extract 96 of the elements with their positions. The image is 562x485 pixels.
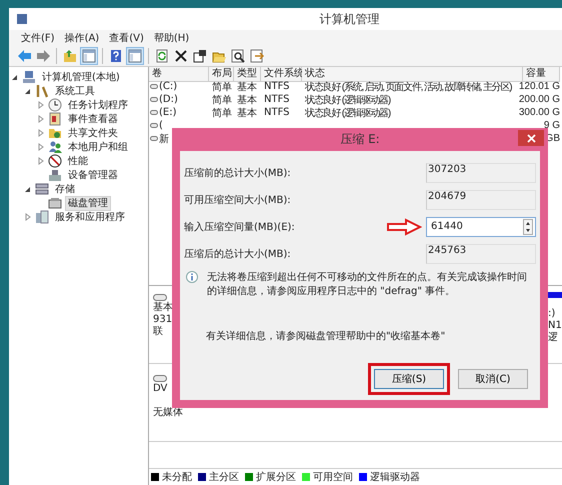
properties-icon: [193, 48, 207, 62]
help-icon: [109, 48, 123, 62]
table-cell-text: 基本: [237, 80, 257, 94]
field-label: 可用压缩空间大小(MB):: [184, 194, 292, 206]
table-cell: (D:): [159, 94, 178, 105]
table-cell-text: 新: [159, 132, 169, 146]
legend-label: 逻辑驱动器: [370, 470, 420, 484]
table-cell: (C:): [159, 81, 178, 92]
table-cell-text: 简单: [212, 94, 232, 106]
number-input[interactable]: 61440: [426, 216, 536, 236]
disk-label: 基本: [153, 302, 174, 314]
drive-icon: [153, 292, 167, 302]
tree-item[interactable]: 服务和应用程序: [52, 210, 128, 224]
field-label: 压缩后的总计大小(MB):: [184, 248, 292, 260]
device-icon: [48, 168, 62, 182]
legend-label: 主分区: [209, 470, 239, 484]
clock-icon: [48, 98, 62, 112]
disk-label: 931: [153, 314, 174, 326]
table-cell-text: 状态良好 (系统, 启动, 页面文件, 活动, 故障转储, 主分区): [305, 80, 512, 94]
readonly-field: 307203: [426, 162, 536, 182]
column-header[interactable]: 状态: [302, 67, 523, 82]
table-cell-text: 简单: [212, 80, 232, 94]
column-header[interactable]: 布局: [209, 67, 234, 82]
table-cell-text: 基本: [237, 106, 257, 120]
export-icon: [250, 48, 264, 62]
column-header[interactable]: 卷: [149, 67, 209, 82]
readonly-field: 204679: [426, 190, 536, 210]
readonly-field: 245763: [426, 244, 536, 264]
field-label: 压缩前的总计大小(MB):: [184, 166, 292, 180]
table-cell: NTFS: [264, 94, 290, 105]
info-text: 无法将卷压缩到超出任何不可移动的文件所在的点。有关完成该操作时间的详细信息，请参阅应用程序日志中的 "defrag" 事件。: [207, 271, 528, 299]
menu-item[interactable]: 查看(V): [109, 30, 144, 44]
info-icon: [186, 271, 198, 283]
disk-label: 联: [153, 326, 164, 338]
tree-item[interactable]: 性能: [65, 154, 91, 168]
services-icon: [35, 210, 49, 224]
tree-item[interactable]: 系统工具: [52, 84, 98, 98]
disk-label: DV: [153, 383, 168, 395]
search-icon: [231, 48, 245, 62]
tree-item[interactable]: 事件查看器: [65, 112, 121, 126]
tree-item[interactable]: 任务计划程序: [65, 98, 131, 112]
tree-item[interactable]: 存储: [52, 182, 78, 196]
field-label: 输入压缩空间量(MB)(E):: [184, 220, 296, 234]
table-cell-text: 简单: [212, 106, 232, 120]
refresh-icon: [155, 48, 169, 62]
tree-item[interactable]: 共享文件夹: [65, 126, 121, 140]
window-title: 计算机管理: [318, 10, 380, 28]
tree-item[interactable]: 计算机管理(本地): [39, 70, 123, 84]
help-note: 有关详细信息，请参阅磁盘管理帮助中的"收缩基本卷": [205, 330, 446, 343]
folder-up-icon: [63, 48, 77, 62]
table-cell: NTFS: [264, 81, 290, 92]
shared-folder-icon: [48, 126, 62, 140]
volume-label: 逻: [548, 332, 559, 344]
menu-item[interactable]: 帮助(H): [154, 30, 190, 44]
menu-item[interactable]: 操作(A): [64, 30, 100, 44]
users-icon: [48, 140, 62, 154]
table-cell: 9 G: [544, 120, 560, 131]
no-sign-icon: [48, 154, 62, 168]
column-header[interactable]: 类型: [234, 67, 261, 82]
dialog-button[interactable]: 取消(C): [458, 369, 528, 389]
drive-icon: [153, 373, 167, 383]
table-cell: (E:): [159, 107, 176, 118]
legend-label: 可用空间: [313, 470, 353, 484]
tools-icon: [35, 84, 49, 98]
volume-label: N1: [548, 320, 562, 332]
toolbar-button[interactable]: [229, 46, 247, 64]
legend-label: 未分配: [162, 470, 192, 484]
dialog-title: 压缩 E:: [340, 131, 380, 148]
table-cell-text: 状态良好 (逻辑驱动器): [305, 106, 390, 120]
table-cell: 120.01 G: [518, 81, 560, 92]
table-cell-text: 基本: [237, 94, 257, 106]
storage-icon: [35, 182, 49, 196]
spin-arrows-icon: [523, 218, 533, 234]
tree-item[interactable]: 设备管理器: [65, 168, 121, 182]
legend-label: 扩展分区: [256, 470, 296, 484]
column-header[interactable]: 容量: [523, 67, 560, 82]
delete-icon: [174, 48, 188, 62]
table-cell: 200.00 G: [518, 94, 560, 105]
log-icon: [48, 112, 62, 126]
dialog-button[interactable]: 压缩(S): [374, 369, 444, 389]
volume-bar: [548, 292, 562, 298]
table-cell: (: [159, 120, 163, 131]
pane-icon: [128, 48, 142, 62]
table-cell: NTFS: [264, 107, 290, 118]
close-icon: [526, 134, 536, 142]
volume-label: :): [548, 308, 556, 320]
disk-icon: [48, 196, 62, 210]
back-arrow-icon: [17, 48, 31, 62]
tree-item[interactable]: 磁盘管理: [65, 196, 111, 210]
menu-item[interactable]: 文件(F): [21, 30, 55, 44]
pane-icon: [82, 48, 96, 62]
forward-arrow-icon: [36, 48, 50, 62]
table-cell-text: 状态良好 (逻辑驱动器): [305, 94, 390, 106]
table-cell: 300.00 G: [518, 107, 560, 118]
close-button[interactable]: [518, 130, 544, 146]
tree-item[interactable]: 本地用户和组: [65, 140, 131, 154]
